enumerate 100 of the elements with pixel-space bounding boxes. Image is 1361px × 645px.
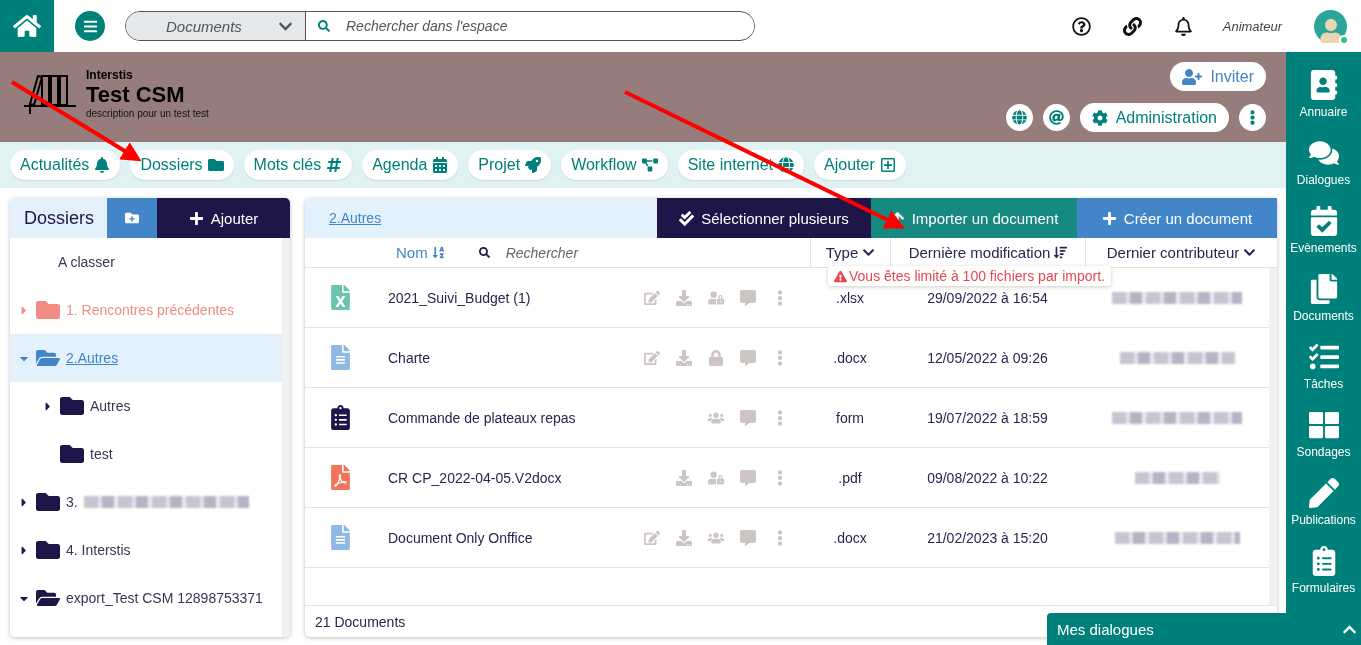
home-icon <box>13 12 41 40</box>
search-icon <box>478 247 490 258</box>
tooltip-text: Vous êtes limité à 100 fichiers par import. <box>849 268 1105 284</box>
date-cell-text: 19/07/2022 à 18:59 <box>926 409 1049 426</box>
rocket-icon <box>525 157 542 173</box>
side-menu-item[interactable]: Publications <box>1286 468 1361 536</box>
folder-name[interactable]: A classer <box>58 254 115 270</box>
sort-icon <box>431 246 445 259</box>
folder-icon <box>36 538 60 562</box>
help-icon[interactable] <box>1071 16 1091 36</box>
document-name[interactable]: CR CP_2022-04-05.V2docx <box>375 469 625 486</box>
document-name[interactable]: Charte <box>375 349 625 366</box>
type-cell-text: .xlsx <box>835 289 865 306</box>
bell-icon[interactable] <box>1173 16 1193 36</box>
user-plus-icon <box>1182 66 1203 87</box>
document-count: 21 Documents <box>315 613 406 630</box>
edit-icon[interactable] <box>644 289 660 306</box>
settings-icon <box>1091 109 1108 126</box>
at-button[interactable] <box>1042 104 1070 131</box>
double-check-icon <box>679 210 695 226</box>
comment-icon[interactable] <box>740 529 756 546</box>
download-icon[interactable] <box>676 349 692 366</box>
document-name[interactable]: Document Only Onffice <box>375 529 625 546</box>
tree-item[interactable]: 2.Autres <box>10 334 282 382</box>
comment-icon[interactable] <box>740 289 756 306</box>
lock-icon[interactable] <box>708 349 724 366</box>
side-menu-item[interactable]: Documents <box>1286 264 1361 332</box>
calendar-icon <box>1308 205 1339 236</box>
import-button[interactable]: Importer un document <box>871 198 1077 238</box>
plus-icon <box>879 157 896 173</box>
folder-icon <box>36 490 60 514</box>
checklist-icon <box>1308 341 1339 372</box>
grid-icon <box>1308 409 1339 440</box>
download-icon[interactable] <box>676 469 692 486</box>
administration-button[interactable]: Administration <box>1079 103 1229 132</box>
user-lock-icon[interactable] <box>708 289 724 306</box>
side-menu-item[interactable]: Formulaires <box>1286 536 1361 604</box>
diagram-icon <box>641 157 658 173</box>
avatar[interactable] <box>1314 9 1347 43</box>
edit-icon[interactable] <box>644 529 660 546</box>
document-name[interactable]: 2021_Suivi_Budget (1) <box>375 289 625 306</box>
upload-folder-button[interactable] <box>107 198 157 238</box>
documents-icon <box>1308 273 1339 304</box>
side-menu-item[interactable]: Evènements <box>1286 196 1361 264</box>
folder-name[interactable]: test <box>90 446 113 462</box>
invite-button[interactable]: Inviter <box>1170 62 1266 91</box>
calendar-icon <box>432 157 449 173</box>
folder-icon <box>207 157 224 173</box>
side-menu-item[interactable]: Tâches <box>1286 332 1361 400</box>
home-button[interactable] <box>0 0 54 52</box>
date-cell-text: 29/09/2022 à 16:54 <box>926 289 1049 306</box>
more-button[interactable] <box>1239 104 1266 131</box>
bell-icon <box>94 157 111 173</box>
menu-icon <box>82 18 98 34</box>
globe-icon <box>778 157 795 173</box>
select-multiple-button[interactable]: Sélectionner plusieurs <box>657 198 871 238</box>
folder-name[interactable]: 3. <box>66 494 78 510</box>
warning-icon <box>834 269 847 283</box>
user-lock-icon[interactable] <box>708 469 724 486</box>
nav-tab[interactable]: Dossiers <box>130 150 234 180</box>
nav-tab[interactable]: Workflow <box>561 150 668 180</box>
download-icon[interactable] <box>676 529 692 546</box>
folder-name[interactable]: Autres <box>90 398 131 414</box>
date-cell-text: 21/02/2023 à 15:20 <box>926 529 1049 546</box>
comment-icon[interactable] <box>740 349 756 366</box>
type-cell-text: .docx <box>832 349 868 366</box>
space-description: description pour un test test <box>86 108 209 119</box>
side-menu-item[interactable]: Dialogues <box>1286 128 1361 196</box>
nav-tab[interactable]: Actualités <box>10 150 121 180</box>
nav-tab[interactable]: Ajouter <box>814 150 906 180</box>
download-icon[interactable] <box>676 289 692 306</box>
type-cell-text: form <box>835 409 865 426</box>
folder-name[interactable]: export_Test CSM 12898753371 <box>66 590 263 606</box>
document-name[interactable]: Commande de plateaux repas <box>375 409 625 426</box>
edit-icon[interactable] <box>644 349 660 366</box>
address-book-icon <box>1308 69 1339 100</box>
globe-button[interactable] <box>1005 104 1033 131</box>
add-button[interactable]: Ajouter <box>157 198 290 238</box>
nav-tab[interactable]: Site internet <box>677 150 805 180</box>
nav-tab[interactable]: Agenda <box>362 150 459 180</box>
nav-tab[interactable]: Projet <box>468 150 552 180</box>
create-document-button[interactable]: Créer un document <box>1077 198 1277 238</box>
organization-name: Interstis <box>86 68 134 82</box>
hashtag-icon <box>326 157 343 173</box>
folder-name[interactable]: 2.Autres <box>66 350 119 366</box>
comment-icon[interactable] <box>740 409 756 426</box>
side-menu-item[interactable]: Annuaire <box>1286 60 1361 128</box>
link-icon[interactable] <box>1122 16 1142 36</box>
at-icon <box>1048 110 1064 125</box>
side-menu-item[interactable]: Sondages <box>1286 400 1361 468</box>
folder-name[interactable]: 4. Interstis <box>66 542 131 558</box>
comment-icon[interactable] <box>740 469 756 486</box>
sort-icon <box>1054 246 1068 259</box>
nav-tab[interactable]: Mots clés <box>243 150 353 180</box>
plus-icon <box>188 210 204 226</box>
breadcrumb-link[interactable]: 2.Autres <box>305 198 657 238</box>
menu-button[interactable] <box>75 11 105 41</box>
pen-icon <box>1308 477 1339 508</box>
column-header[interactable]: Nom <box>390 243 451 262</box>
space-title: Test CSM <box>86 82 186 108</box>
